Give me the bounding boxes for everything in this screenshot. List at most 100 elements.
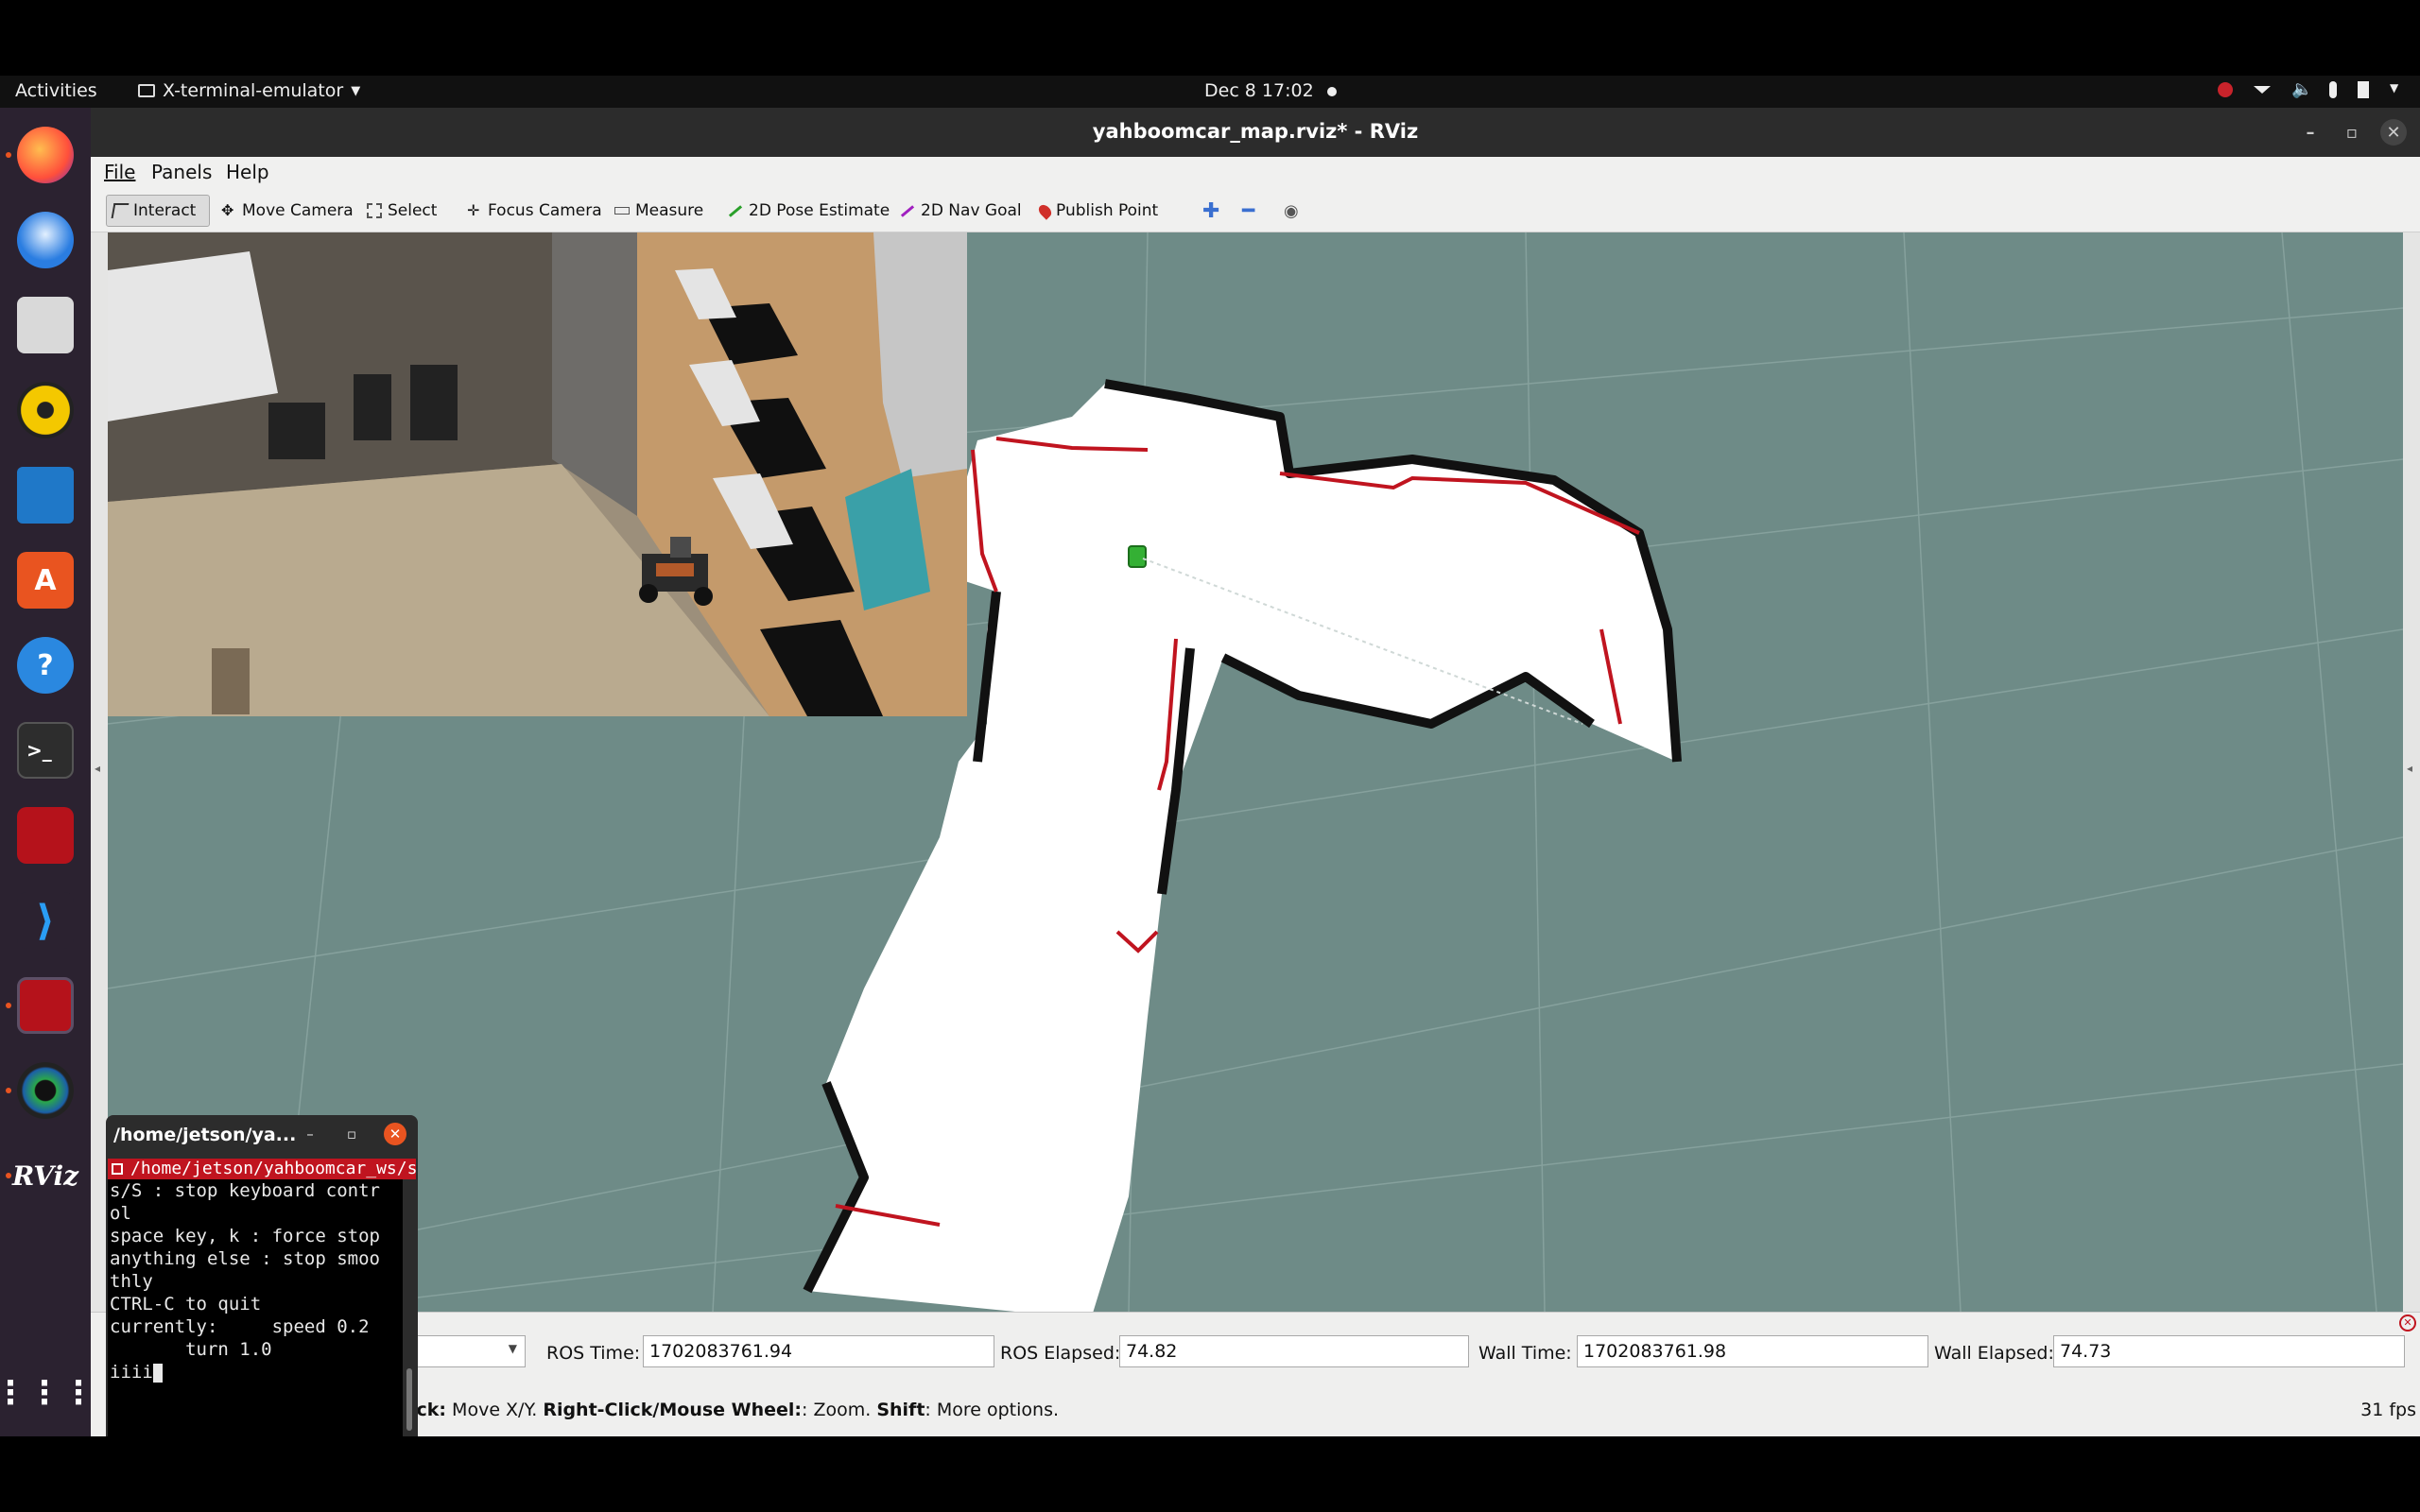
letterbox-top [0, 0, 2420, 76]
green-arrow-icon [728, 204, 743, 217]
cheese-icon[interactable] [17, 1062, 74, 1119]
status-bar: ick: Move X/Y. Right-Click/Mouse Wheel::… [91, 1387, 2420, 1436]
activities-button[interactable]: Activities [15, 80, 97, 101]
hint-shift: Shift [876, 1400, 925, 1420]
vscode-icon[interactable]: ⟩ [17, 892, 74, 949]
right-dock-collapse[interactable]: ◂ [2403, 232, 2420, 1312]
focus-camera-tool[interactable]: ✛ Focus Camera [461, 195, 608, 227]
help-icon[interactable]: ? [17, 637, 74, 694]
interact-tool[interactable]: Interact [106, 195, 210, 227]
terminal-icon[interactable]: >_ [17, 722, 74, 779]
cursor-icon [152, 1363, 163, 1383]
terminal-output[interactable]: s/S : stop keyboard contr ol space key, k … [108, 1179, 403, 1436]
menu-file[interactable]: File [104, 161, 135, 183]
clock[interactable]: Dec 8 17:02 [1204, 80, 1337, 101]
terminal-input-line[interactable]: iiii [110, 1361, 403, 1383]
ros-elapsed-field[interactable]: 74.82 [1119, 1335, 1469, 1367]
window-title: yahboomcar_map.rviz* - RViz [1092, 120, 1419, 143]
nav-goal-tool[interactable]: 2D Nav Goal [894, 195, 1028, 227]
tool-toolbar: Interact ✥ Move Camera Select ✛ Focus Ca… [91, 187, 2420, 232]
menubar: File Panels Help [91, 157, 2420, 187]
terminal-tab-label: /home/jetson/yahboomcar_ws/s [130, 1159, 416, 1178]
robot-pose [1128, 545, 1147, 568]
recording-icon[interactable] [2218, 82, 2233, 97]
chevron-down-icon[interactable]: ▼ [2390, 81, 2407, 98]
camera-feed-panel [108, 232, 967, 716]
ros-elapsed-label: ROS Elapsed: [1000, 1343, 1121, 1364]
terminal-line: space key, k : force stop [110, 1226, 380, 1246]
minimize-icon[interactable]: – [2297, 119, 2324, 146]
eye-icon: ◉ [1284, 200, 1299, 221]
wall-elapsed-field[interactable]: 74.73 [2053, 1335, 2405, 1367]
select-icon [367, 203, 382, 218]
publish-point-tool[interactable]: Publish Point [1034, 195, 1164, 227]
show-apps-icon[interactable]: ⋮⋮⋮ [0, 1365, 95, 1421]
battery-icon[interactable] [2358, 81, 2369, 98]
time-panel: ✕ ▼ ROS Time: 1702083761.94 ROS Elapsed:… [91, 1312, 2420, 1387]
rhythmbox-icon[interactable] [17, 382, 74, 438]
hint-zoom: : Zoom. [802, 1400, 877, 1420]
status-hint: ick: Move X/Y. Right-Click/Mouse Wheel::… [410, 1400, 1059, 1420]
chevron-left-icon: ◂ [2407, 762, 2413, 775]
scroll-thumb[interactable] [406, 1368, 412, 1431]
dock: A ? >_ ⟩ RViz ⋮⋮⋮ [0, 108, 95, 1436]
terminal-line: s/S : stop keyboard contr [110, 1180, 380, 1201]
measure-tool[interactable]: Measure [609, 195, 709, 227]
wall-time-label: Wall Time: [1478, 1343, 1572, 1364]
minimize-icon[interactable]: – [299, 1123, 321, 1145]
running-indicator [6, 1003, 11, 1008]
chevron-down-icon: ▼ [508, 1342, 517, 1355]
ros-time-field[interactable]: 1702083761.94 [643, 1335, 994, 1367]
menu-panels[interactable]: Panels [151, 161, 212, 183]
move-icon: ✥ [221, 201, 234, 219]
terminal-line: ol [110, 1203, 131, 1224]
terminal-app-icon [138, 84, 155, 97]
files-icon[interactable] [17, 297, 74, 353]
microphone-icon[interactable] [2329, 81, 2337, 98]
writer-icon[interactable] [17, 467, 74, 524]
pose-estimate-label: 2D Pose Estimate [749, 201, 890, 220]
pose-estimate-tool[interactable]: 2D Pose Estimate [722, 195, 895, 227]
thunderbird-icon[interactable] [17, 212, 74, 268]
window-titlebar[interactable]: yahboomcar_map.rviz* - RViz – ▫ ✕ [91, 108, 2420, 157]
app-menu-label: X-terminal-emulator [163, 80, 344, 101]
app-menu[interactable]: X-terminal-emulator ▼ [138, 80, 360, 101]
wifi-icon[interactable] [2254, 86, 2271, 94]
select-tool[interactable]: Select [361, 195, 442, 227]
remove-tool-button[interactable]: ━ [1236, 195, 1260, 227]
chevron-left-icon: ◂ [95, 762, 101, 775]
wall-elapsed-label: Wall Elapsed: [1934, 1343, 2054, 1364]
terminal-line: anything else : stop smoo [110, 1248, 380, 1269]
maximize-icon[interactable]: ▫ [2339, 119, 2365, 146]
add-tool-button[interactable]: ✚ [1197, 195, 1225, 227]
move-camera-label: Move Camera [242, 201, 354, 220]
firefox-icon[interactable] [17, 127, 74, 183]
maximize-icon[interactable]: ▫ [340, 1123, 363, 1145]
render-viewport[interactable] [108, 232, 2403, 1312]
hint-more: : More options. [925, 1400, 1060, 1420]
system-tray[interactable]: 🔈 ▼ [2218, 81, 2407, 98]
terminal-input: iiii [110, 1362, 153, 1383]
terminal-title: /home/jetson/ya... [113, 1125, 297, 1145]
move-camera-tool[interactable]: ✥ Move Camera [216, 195, 359, 227]
minus-icon: ━ [1242, 198, 1255, 223]
hint-right: Right-Click/Mouse Wheel: [543, 1400, 803, 1420]
terminal-tab[interactable]: /home/jetson/yahboomcar_ws/s [108, 1159, 416, 1179]
close-icon[interactable]: ✕ [384, 1123, 406, 1145]
letterbox-bottom [0, 1436, 2420, 1512]
cursor-icon [111, 203, 130, 218]
view-options-button[interactable]: ◉ [1278, 195, 1305, 227]
rviz-config-icon[interactable] [17, 807, 74, 864]
rviz-icon[interactable]: RViz [12, 1147, 78, 1204]
terminal-window[interactable]: /home/jetson/ya... – ▫ ✕ /home/jetson/ya… [106, 1115, 418, 1436]
software-icon[interactable]: A [17, 552, 74, 609]
terminal-scrollbar[interactable] [403, 1179, 416, 1436]
close-icon[interactable]: ✕ [2380, 119, 2407, 146]
time-panel-close-icon[interactable]: ✕ [2399, 1314, 2416, 1332]
volume-icon[interactable]: 🔈 [2291, 81, 2312, 98]
rviz-config-icon[interactable] [17, 977, 74, 1034]
terminal-tab-icon [112, 1163, 123, 1175]
menu-help[interactable]: Help [226, 161, 269, 183]
wall-time-field[interactable]: 1702083761.98 [1577, 1335, 1928, 1367]
rviz-window: yahboomcar_map.rviz* - RViz – ▫ ✕ File P… [91, 108, 2420, 1436]
